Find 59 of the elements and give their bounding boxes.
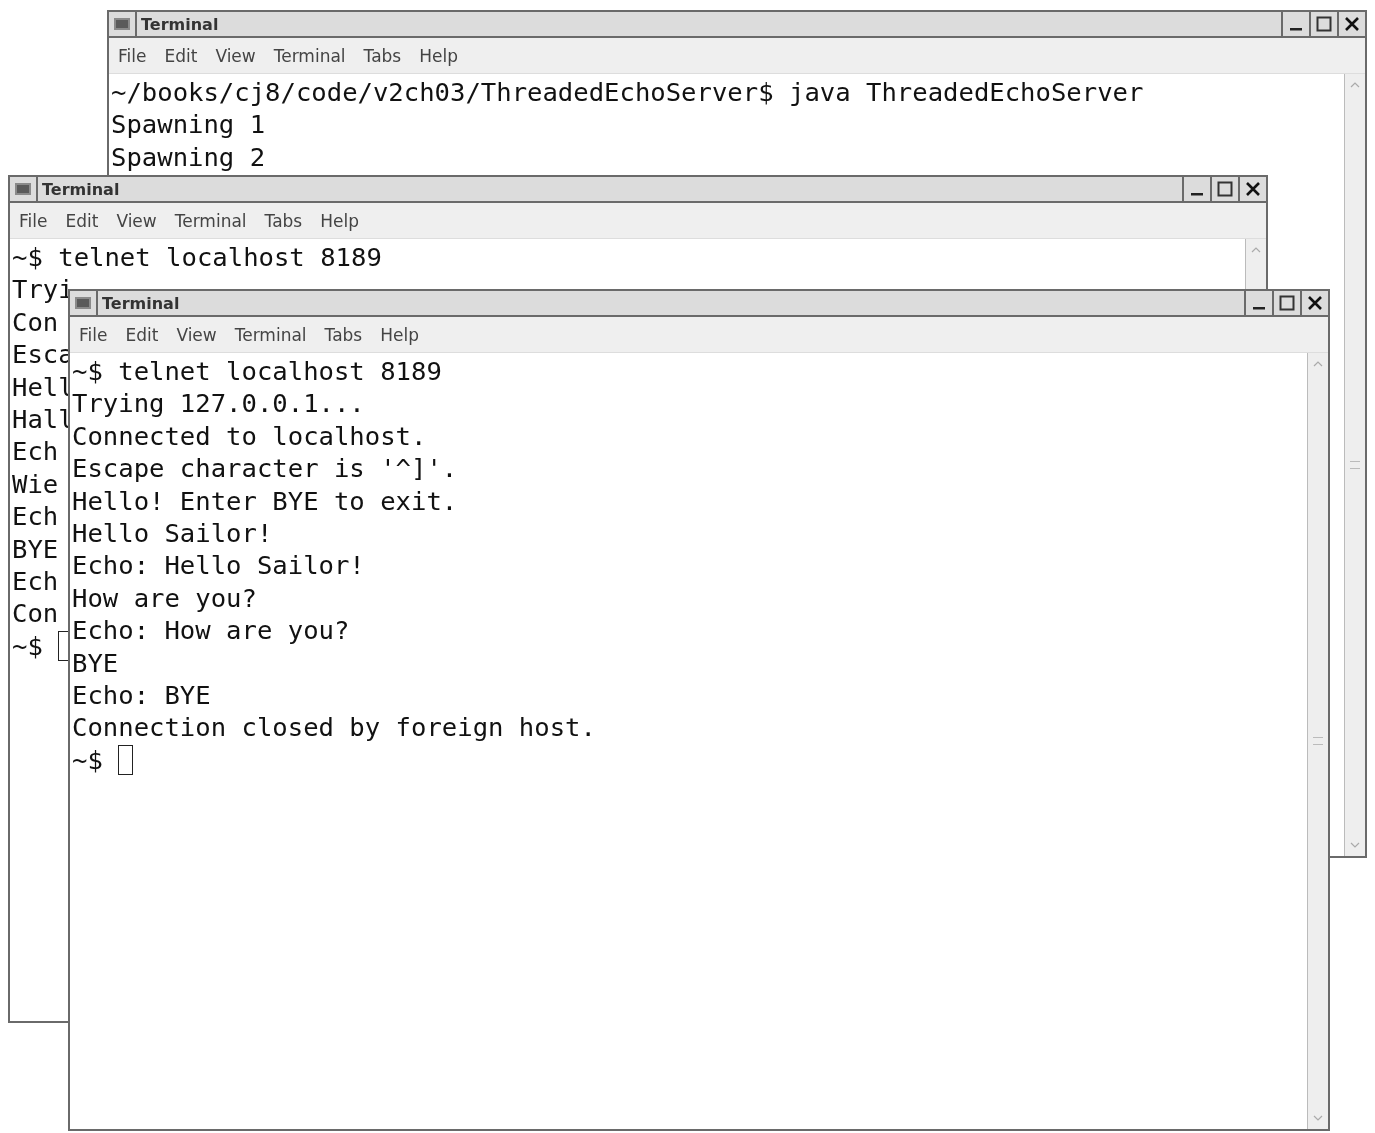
menu-item[interactable]: View <box>116 210 157 231</box>
menu-item[interactable]: Edit <box>65 210 99 231</box>
terminal-line: Spawning 1 <box>111 108 266 141</box>
menu-item[interactable]: File <box>19 210 48 231</box>
terminal-line: Ech <box>12 565 59 598</box>
menu-item[interactable]: Help <box>380 324 419 345</box>
terminal-line: Spawning 2 <box>111 140 266 174</box>
maximize-icon[interactable] <box>1217 181 1233 197</box>
terminal-line: Tryi <box>12 273 74 306</box>
menu-item[interactable]: File <box>79 324 108 345</box>
menu-item[interactable]: Tabs <box>264 210 303 231</box>
terminal-line: Echo: BYE <box>72 679 211 712</box>
terminal-line: Wie <box>12 467 59 501</box>
menu-item[interactable]: Tabs <box>324 324 363 345</box>
terminal-icon <box>114 18 130 30</box>
terminal-line: Ech <box>12 435 59 468</box>
terminal-line: Connection closed by foreign host. <box>72 711 596 744</box>
menu-item[interactable]: Edit <box>125 324 159 345</box>
terminal-line: How are you? <box>72 581 257 615</box>
scroll-grip-icon <box>1350 461 1360 469</box>
menu-item[interactable]: View <box>176 324 217 345</box>
menu-item[interactable]: Help <box>419 45 458 66</box>
scroll-grip-icon <box>1313 737 1323 745</box>
menu-item[interactable]: Tabs <box>363 45 402 66</box>
menu-item[interactable]: Terminal <box>234 324 307 345</box>
terminal-line: Echo: Hello Sailor! <box>72 549 365 582</box>
terminal-line: ~$ telnet localhost 8189 <box>12 241 382 274</box>
close-icon[interactable] <box>1245 181 1261 197</box>
terminal-icon <box>15 183 31 195</box>
close-icon[interactable] <box>1344 16 1360 32</box>
window-title: Terminal <box>140 14 220 34</box>
terminal-line: Con <box>12 597 59 630</box>
menu-item[interactable]: Edit <box>164 45 198 66</box>
terminal-line: Escape character is '^]'. <box>72 452 458 485</box>
menu-item[interactable]: File <box>118 45 147 66</box>
terminal-line: Connected to localhost. <box>72 419 427 453</box>
window-title: Terminal <box>101 293 181 313</box>
terminal-icon <box>75 297 91 309</box>
terminal-line: BYE <box>72 646 119 680</box>
maximize-icon[interactable] <box>1316 16 1332 32</box>
terminal-line: ~$ telnet localhost 8189 <box>72 355 442 388</box>
menu-item[interactable]: Help <box>320 210 359 231</box>
menu-item[interactable]: View <box>215 45 256 66</box>
terminal-line: ~$ <box>12 629 43 663</box>
terminal-line: BYE <box>12 532 59 566</box>
terminal-line: Hello! Enter BYE to exit. <box>72 484 458 518</box>
maximize-icon[interactable] <box>1279 295 1295 311</box>
window-title: Terminal <box>41 179 121 199</box>
menu-item[interactable]: Terminal <box>174 210 247 231</box>
terminal-line: Echo: How are you? <box>72 614 350 647</box>
terminal-line: Trying 127.0.0.1... <box>72 387 365 420</box>
terminal-line: ~/books/cj8/code/v2ch03/ThreadedEchoServer$ java ThreadedEchoServer <box>111 76 1144 109</box>
terminal-line: Hall <box>12 404 74 435</box>
terminal-line: Ech <box>12 500 59 533</box>
menu-item[interactable]: Terminal <box>273 45 346 66</box>
terminal-line: ~$ <box>72 743 103 777</box>
close-icon[interactable] <box>1307 295 1323 311</box>
terminal-line: Con <box>12 305 59 339</box>
terminal-line: Hello Sailor! <box>72 517 273 550</box>
